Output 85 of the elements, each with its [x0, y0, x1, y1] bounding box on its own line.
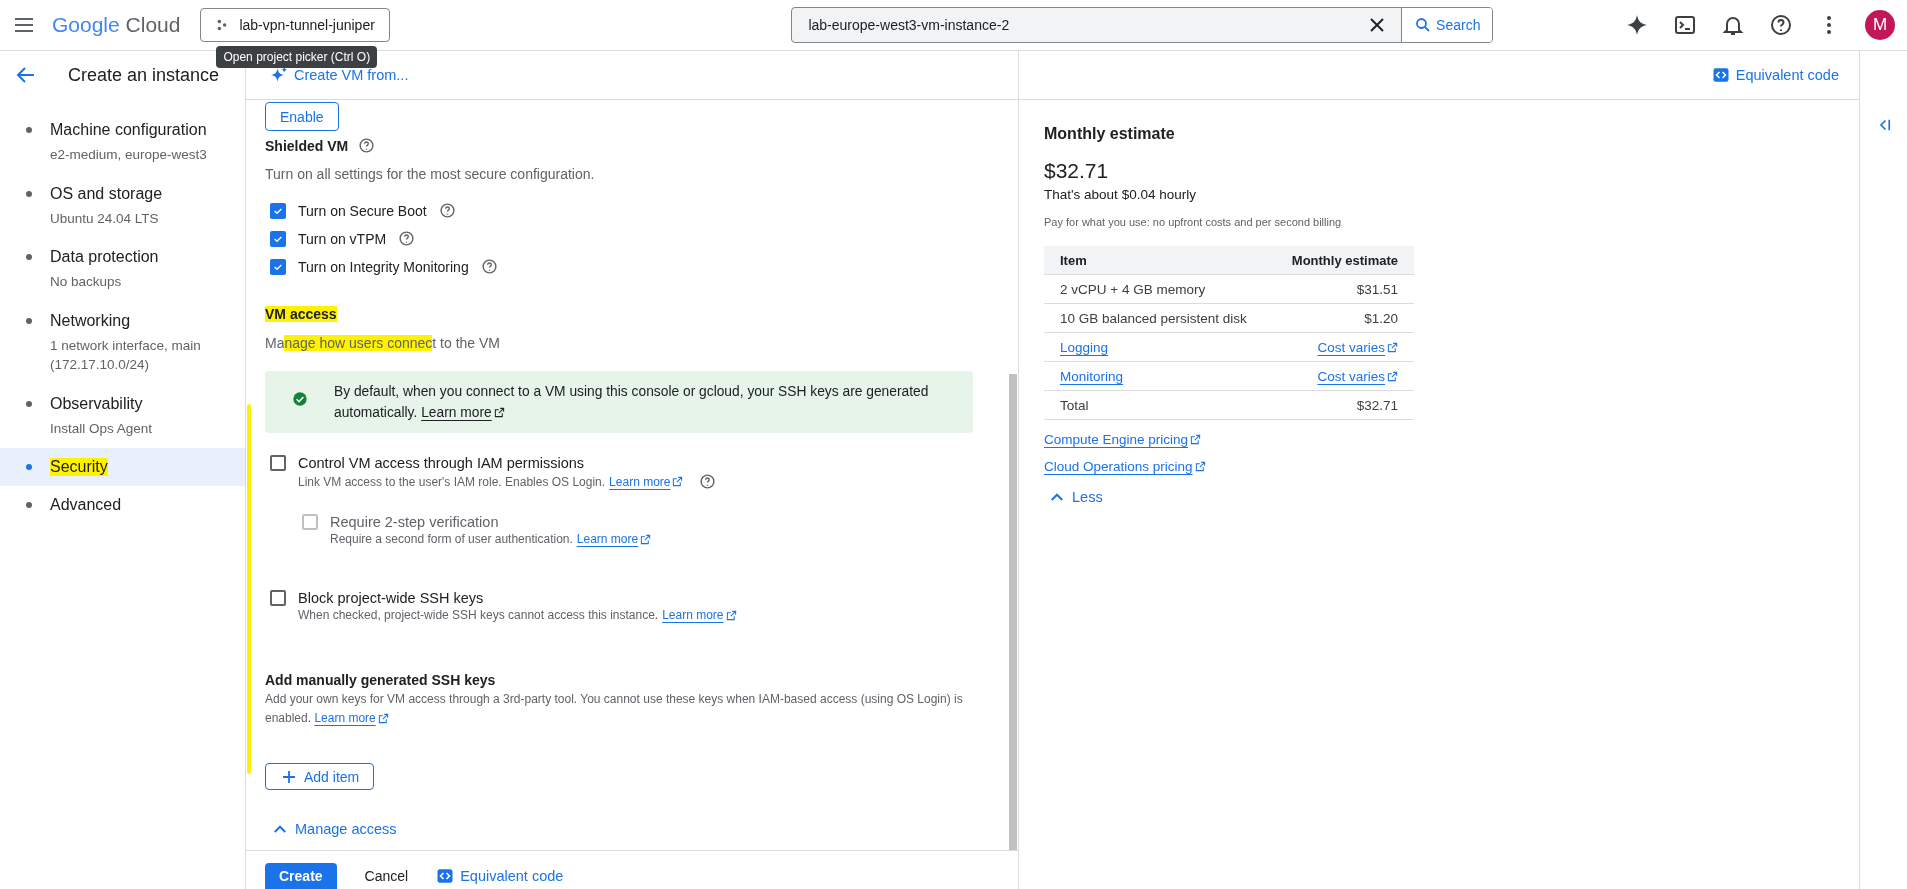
table-cell: $31.51 [1356, 281, 1398, 297]
learn-more-link[interactable]: Learn more [314, 709, 389, 728]
section-description: Add your own keys for VM access through a 3rd-party tool. You cannot use these keys when IAM-based access (using OS Login) is enabled. Learn more [265, 690, 985, 728]
estimate-total: $32.71 [1044, 159, 1110, 183]
sidebar-item[interactable]: Observability Install Ops Agent [0, 384, 245, 449]
external-link-icon [725, 609, 737, 621]
pricing-link[interactable]: Compute Engine pricing [1044, 432, 1202, 447]
checkbox-label: Require 2-step verification [330, 514, 500, 530]
equivalent-code-button[interactable]: Equivalent code [1711, 66, 1839, 84]
checkbox[interactable] [270, 230, 286, 247]
option-description: When checked, project-wide SSH keys cannot access this instance. [298, 608, 659, 622]
sidebar-item[interactable]: Data protection No backups [0, 238, 245, 302]
table-cell: 10 GB balanced persistent disk [1060, 310, 1247, 326]
external-link-icon [1387, 341, 1398, 353]
external-link-icon [1194, 461, 1206, 472]
option-description: Require a second form of user authentication. [330, 532, 573, 546]
external-link-icon [377, 713, 389, 724]
search-button[interactable]: Search [1401, 8, 1493, 42]
check-circle-icon [292, 391, 308, 407]
cost-link[interactable]: Cost varies [1317, 368, 1398, 384]
add-item-button[interactable]: Add item [265, 763, 375, 790]
billing-note: Pay for what you use: no upfront costs and per second billing [1044, 216, 1343, 228]
create-vm-from-button[interactable]: Create VM from... [270, 66, 409, 84]
learn-more-link[interactable]: Learn more [421, 402, 505, 423]
banner-text: By default, when you connect to a VM using this console or gcloud, your SSH keys are generated automatically. Learn more [334, 381, 959, 423]
table-link[interactable]: Monitoring [1060, 368, 1124, 384]
sidebar-item[interactable]: OS and storage Ubuntu 24.04 LTS [0, 174, 245, 239]
checkbox[interactable] [270, 590, 286, 606]
external-link-icon [1387, 370, 1398, 382]
learn-more-link[interactable]: Learn more [662, 608, 737, 622]
external-link-icon [640, 533, 652, 545]
option-description: Link VM access to the user's IAM role. Enables OS Login. [298, 474, 606, 489]
sidebar-item[interactable]: Advanced [0, 486, 245, 525]
column-header: Monthly estimate [1291, 252, 1398, 268]
equivalent-code-button[interactable]: Equivalent code [436, 863, 564, 889]
sidebar-item[interactable]: Networking 1 network interface, main (172.17.10.0/24) [0, 301, 245, 385]
help-icon[interactable] [398, 230, 416, 247]
checkbox[interactable] [270, 258, 286, 275]
tooltip: Open project picker (Ctrl O) [216, 46, 378, 68]
checkbox-label: Turn on vTPM [298, 230, 387, 247]
section-title: VM access [265, 306, 337, 322]
help-icon[interactable] [699, 473, 717, 490]
column-header: Item [1060, 252, 1087, 268]
hourly-estimate: That's about $0.04 hourly [1044, 187, 1197, 202]
sidebar-item[interactable]: Machine configuration e2-medium, europe-west3 [0, 111, 245, 175]
table-cell: 2 vCPU + 4 GB memory [1060, 281, 1206, 297]
checkbox-label: Turn on Secure Boot [298, 202, 427, 219]
checkbox-label: Turn on Integrity Monitoring [298, 258, 469, 275]
cancel-button[interactable]: Cancel [364, 863, 409, 889]
learn-more-link[interactable]: Learn more [609, 474, 684, 489]
checkbox[interactable] [270, 455, 286, 471]
table-cell: $32.71 [1356, 397, 1398, 413]
logo[interactable]: Google Cloud [52, 13, 181, 37]
less-toggle[interactable]: Less [1048, 488, 1103, 506]
estimate-title: Monthly estimate [1044, 125, 1176, 143]
section-description: Turn on all settings for the most secure configuration. [265, 165, 596, 184]
help-icon[interactable] [1769, 13, 1793, 37]
external-link-icon [672, 476, 684, 487]
help-icon[interactable] [480, 258, 498, 275]
code-icon [1711, 66, 1730, 84]
manage-access-toggle[interactable]: Manage access [271, 820, 397, 838]
help-icon[interactable] [358, 137, 376, 154]
sparkle-icon [270, 66, 288, 84]
create-button[interactable]: Create [265, 863, 337, 889]
code-icon [436, 867, 455, 885]
checkbox-label: Control VM access through IAM permissions [298, 455, 586, 471]
checkbox-label: Block project-wide SSH keys [298, 590, 485, 606]
table-cell: Total [1060, 397, 1089, 413]
terminal-icon[interactable] [1673, 13, 1697, 37]
search-field[interactable]: lab-europe-west3-vm-instance-2 Search [791, 7, 1494, 43]
scrollbar[interactable] [1009, 374, 1017, 850]
table-link[interactable]: Logging [1060, 339, 1109, 355]
section-title: Shielded VM [265, 137, 349, 154]
enable-button[interactable]: Enable [265, 102, 339, 131]
table-cell: $1.20 [1364, 310, 1398, 326]
help-icon[interactable] [438, 202, 456, 219]
external-link-icon [1190, 434, 1202, 445]
cost-link[interactable]: Cost varies [1317, 339, 1398, 355]
project-picker[interactable]: lab-vpn-tunnel-juniper [200, 8, 390, 42]
section-title: Add manually generated SSH keys [265, 672, 497, 688]
pricing-link[interactable]: Cloud Operations pricing [1044, 459, 1206, 474]
external-link-icon [493, 407, 505, 418]
sidebar-item[interactable]: Security [0, 448, 245, 487]
checkbox[interactable] [270, 202, 286, 219]
avatar[interactable]: M [1865, 10, 1895, 40]
